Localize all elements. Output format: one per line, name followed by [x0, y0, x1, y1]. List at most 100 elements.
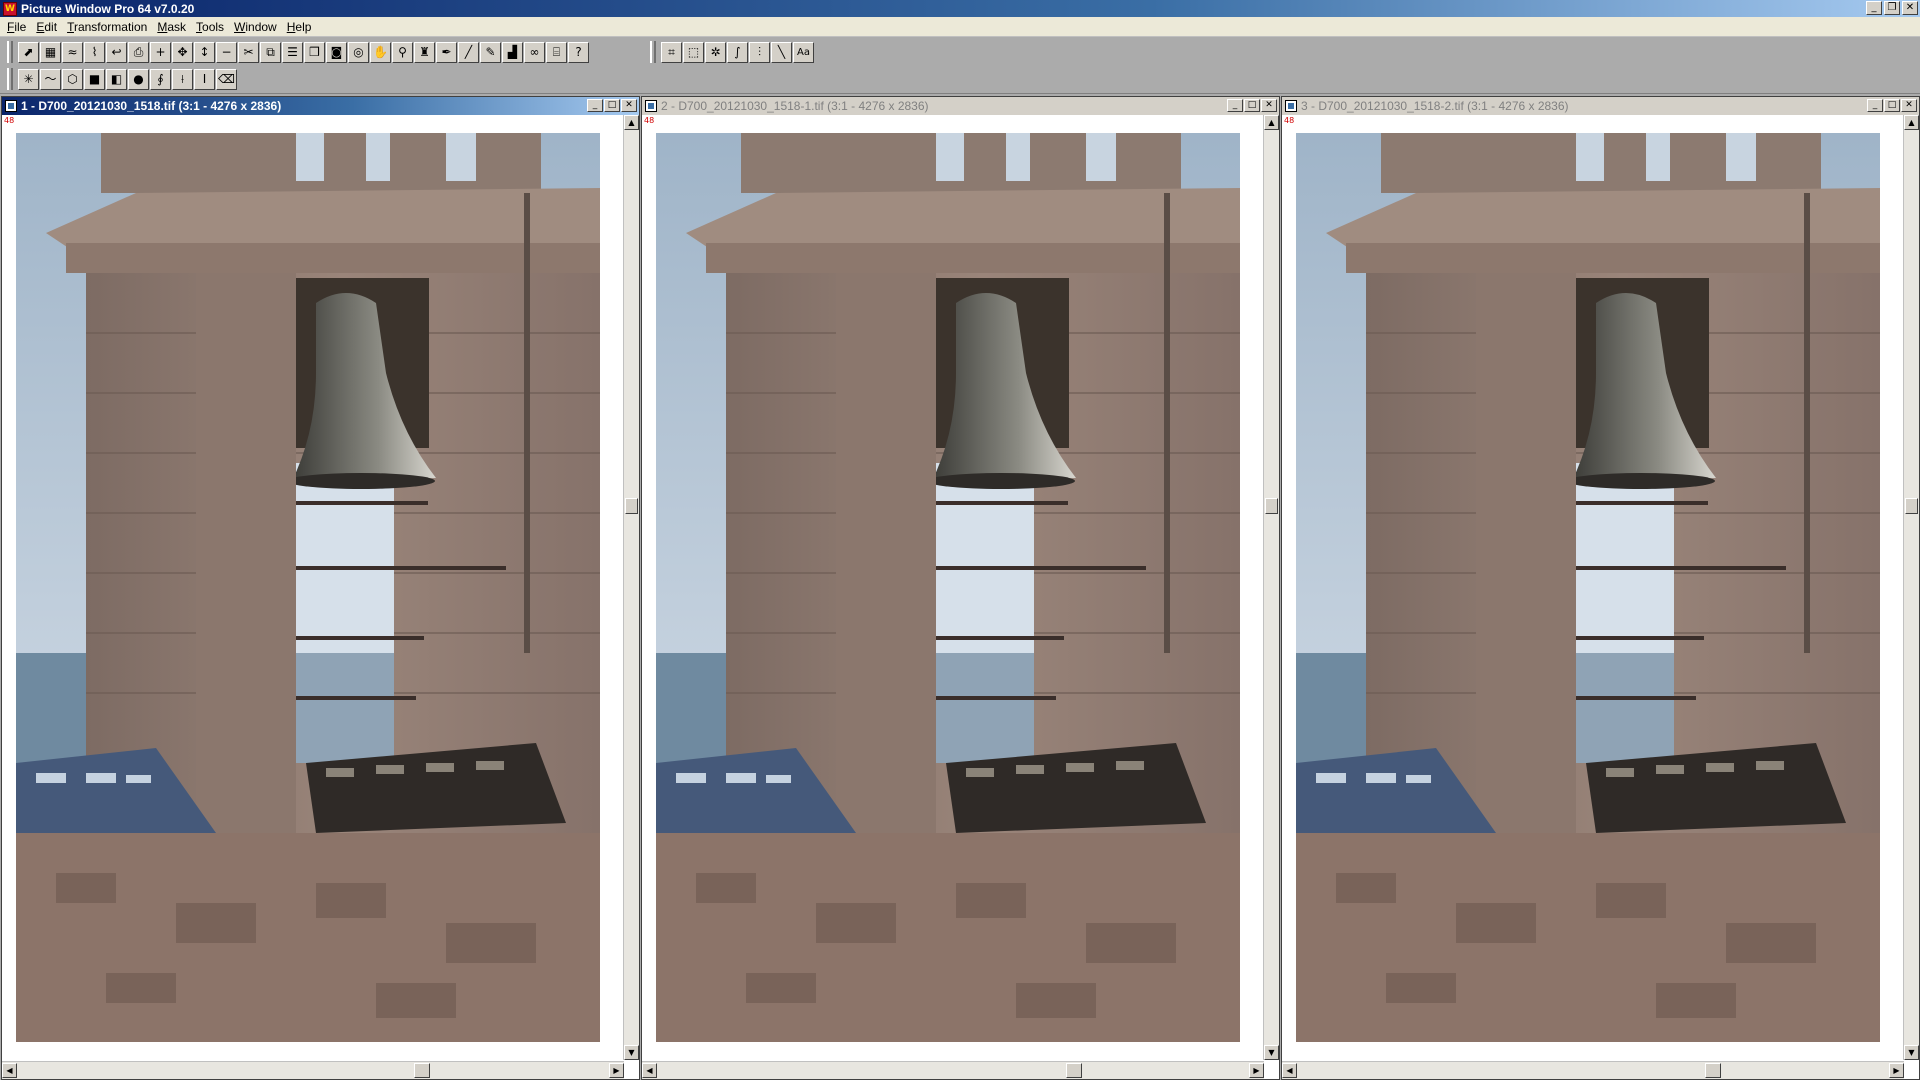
scroll-up-button[interactable]: ▲: [1904, 115, 1919, 130]
scroll-down-button[interactable]: ▼: [1904, 1045, 1919, 1060]
app-title-bar[interactable]: W Picture Window Pro 64 v7.0.20 _ ❐ ✕: [0, 0, 1920, 17]
close-button[interactable]: ✕: [621, 99, 637, 112]
link-icon[interactable]: ∞: [524, 41, 545, 63]
minus-icon[interactable]: −: [216, 41, 237, 63]
menu-file[interactable]: File: [2, 20, 31, 34]
move-icon[interactable]: ✥: [172, 41, 193, 63]
document-icon[interactable]: [5, 100, 17, 112]
eraser-icon[interactable]: ⌫: [216, 68, 237, 90]
vertical-scrollbar[interactable]: ▲ ▼: [623, 115, 639, 1060]
image-canvas[interactable]: [1296, 133, 1880, 1042]
toolbar-grip-3[interactable]: [7, 68, 13, 90]
select-icon[interactable]: ⬚: [683, 41, 704, 63]
horizontal-scrollbar[interactable]: ◀ ▶: [2, 1061, 624, 1079]
sharpen-icon[interactable]: ✳: [18, 68, 39, 90]
gradient-icon[interactable]: ◧: [106, 68, 127, 90]
fill-black-icon[interactable]: ■: [84, 68, 105, 90]
pencil-icon[interactable]: ✎: [480, 41, 501, 63]
minimize-button[interactable]: _: [587, 99, 603, 112]
resize-icon[interactable]: ↕: [194, 41, 215, 63]
image-canvas[interactable]: [16, 133, 600, 1042]
minimize-button[interactable]: _: [1227, 99, 1243, 112]
vertical-scrollbar[interactable]: ▲ ▼: [1903, 115, 1919, 1060]
crop-icon[interactable]: ✂: [238, 41, 259, 63]
document-icon[interactable]: [1285, 100, 1297, 112]
stamp-icon[interactable]: ♜: [414, 41, 435, 63]
scroll-thumb[interactable]: [1066, 1063, 1082, 1078]
histogram-icon[interactable]: ▟: [502, 41, 523, 63]
brush-icon[interactable]: ⌇: [84, 41, 105, 63]
image-window-1[interactable]: 1 - D700_20121030_1518.tif (3:1 - 4276 x…: [1, 96, 640, 1080]
image-window-title-bar[interactable]: 2 - D700_20121030_1518-1.tif (3:1 - 4276…: [642, 97, 1279, 115]
menu-mask[interactable]: Mask: [152, 20, 191, 34]
line-icon[interactable]: ╱: [458, 41, 479, 63]
scroll-thumb[interactable]: [1265, 498, 1278, 514]
toolbar-grip-2[interactable]: [650, 41, 656, 63]
menu-edit[interactable]: Edit: [31, 20, 62, 34]
text-icon[interactable]: Aa: [793, 41, 814, 63]
wave-icon[interactable]: ≈: [62, 41, 83, 63]
scroll-left-button[interactable]: ◀: [2, 1063, 17, 1078]
cursor-icon[interactable]: I: [194, 68, 215, 90]
open-icon[interactable]: ⬈: [18, 41, 39, 63]
scroll-up-button[interactable]: ▲: [1264, 115, 1279, 130]
levels-icon[interactable]: ⫶: [749, 41, 770, 63]
help-icon[interactable]: ?: [568, 41, 589, 63]
horizontal-scrollbar[interactable]: ◀ ▶: [642, 1061, 1264, 1079]
maximize-button[interactable]: □: [604, 99, 620, 112]
hand-icon[interactable]: ✋: [370, 41, 391, 63]
restore-button[interactable]: ❐: [1884, 1, 1900, 15]
scroll-right-button[interactable]: ▶: [609, 1063, 624, 1078]
menu-help[interactable]: Help: [282, 20, 317, 34]
close-button[interactable]: ✕: [1261, 99, 1277, 112]
curve2-icon[interactable]: ∮: [150, 68, 171, 90]
maximize-button[interactable]: □: [1244, 99, 1260, 112]
image-canvas[interactable]: [656, 133, 1240, 1042]
camera-icon[interactable]: ◙: [326, 41, 347, 63]
list-icon[interactable]: ☰: [282, 41, 303, 63]
capture-icon[interactable]: ⌸: [546, 41, 567, 63]
scroll-up-button[interactable]: ▲: [624, 115, 639, 130]
image-window-3[interactable]: 3 - D700_20121030_1518-2.tif (3:1 - 4276…: [1281, 96, 1920, 1080]
minimize-button[interactable]: _: [1867, 99, 1883, 112]
crop-frame-icon[interactable]: ⌗: [661, 41, 682, 63]
scroll-thumb[interactable]: [414, 1063, 430, 1078]
menu-tools[interactable]: Tools: [191, 20, 229, 34]
scroll-right-button[interactable]: ▶: [1889, 1063, 1904, 1078]
toolbar-grip[interactable]: [7, 41, 13, 63]
scroll-down-button[interactable]: ▼: [624, 1045, 639, 1060]
image-window-title-bar[interactable]: 1 - D700_20121030_1518.tif (3:1 - 4276 x…: [2, 97, 639, 115]
undo-icon[interactable]: ↩: [106, 41, 127, 63]
line-tool-icon[interactable]: ╲: [771, 41, 792, 63]
layers-icon[interactable]: ❒: [304, 41, 325, 63]
close-button[interactable]: ✕: [1901, 99, 1917, 112]
document-icon[interactable]: [645, 100, 657, 112]
curve-icon[interactable]: 〜: [40, 68, 61, 90]
image-window-2[interactable]: 2 - D700_20121030_1518-1.tif (3:1 - 4276…: [641, 96, 1280, 1080]
plus-icon[interactable]: +: [150, 41, 171, 63]
measure-icon[interactable]: ⟊: [172, 68, 193, 90]
scroll-down-button[interactable]: ▼: [1264, 1045, 1279, 1060]
scroll-right-button[interactable]: ▶: [1249, 1063, 1264, 1078]
scroll-thumb[interactable]: [625, 498, 638, 514]
minimize-button[interactable]: _: [1866, 1, 1882, 15]
scroll-left-button[interactable]: ◀: [1282, 1063, 1297, 1078]
menu-window[interactable]: Window: [229, 20, 282, 34]
horizontal-scrollbar[interactable]: ◀ ▶: [1282, 1061, 1904, 1079]
scroll-thumb[interactable]: [1905, 498, 1918, 514]
grid-icon[interactable]: ▦: [40, 41, 61, 63]
sparkle-icon[interactable]: ✲: [705, 41, 726, 63]
scroll-thumb[interactable]: [1705, 1063, 1721, 1078]
zoom-icon[interactable]: ⚲: [392, 41, 413, 63]
maximize-button[interactable]: □: [1884, 99, 1900, 112]
curve-icon[interactable]: ∫: [727, 41, 748, 63]
image-window-title-bar[interactable]: 3 - D700_20121030_1518-2.tif (3:1 - 4276…: [1282, 97, 1919, 115]
close-button[interactable]: ✕: [1902, 1, 1918, 15]
scroll-left-button[interactable]: ◀: [642, 1063, 657, 1078]
vertical-scrollbar[interactable]: ▲ ▼: [1263, 115, 1279, 1060]
circle-icon[interactable]: ●: [128, 68, 149, 90]
selection-icon[interactable]: ⬡: [62, 68, 83, 90]
pen-icon[interactable]: ✒: [436, 41, 457, 63]
print-icon[interactable]: ⎙: [128, 41, 149, 63]
copy-icon[interactable]: ⧉: [260, 41, 281, 63]
